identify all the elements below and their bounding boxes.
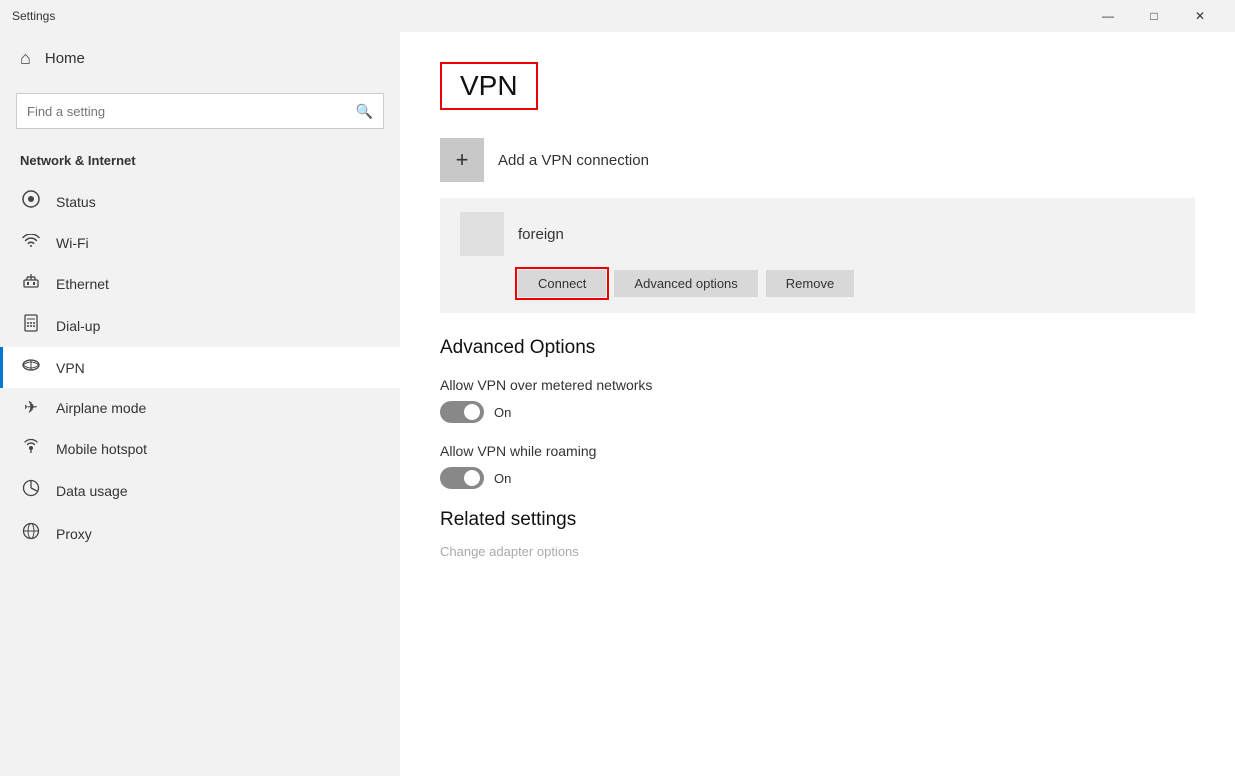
home-label: Home	[45, 50, 85, 67]
toggle-roaming-switch[interactable]	[440, 467, 484, 489]
sidebar-item-hotspot[interactable]: Mobile hotspot	[0, 428, 400, 469]
sidebar-item-vpn[interactable]: VPN	[0, 347, 400, 388]
toggle-metered-row: On	[440, 401, 1195, 423]
page-title-box: VPN	[440, 62, 538, 110]
page-title: VPN	[460, 70, 518, 102]
sidebar-item-status[interactable]: Status	[0, 180, 400, 223]
sidebar-status-label: Status	[56, 194, 96, 210]
home-icon: ⌂	[20, 48, 31, 69]
window-controls: — □ ✕	[1085, 0, 1223, 32]
dialup-icon	[20, 314, 42, 337]
sidebar-hotspot-label: Mobile hotspot	[56, 441, 147, 457]
sidebar-vpn-label: VPN	[56, 360, 85, 376]
hotspot-icon	[20, 438, 42, 459]
vpn-connection-top: foreign	[460, 212, 1175, 256]
sidebar-section-title: Network & Internet	[0, 145, 400, 180]
vpn-connection-card: foreign Connect Advanced options Remove	[440, 198, 1195, 313]
status-icon	[20, 190, 42, 213]
add-vpn-icon[interactable]: +	[440, 138, 484, 182]
vpn-connection-icon	[460, 212, 504, 256]
ethernet-icon	[20, 273, 42, 294]
toggle-metered-label: Allow VPN over metered networks	[440, 377, 1195, 393]
toggle-roaming-row: On	[440, 467, 1195, 489]
sidebar-ethernet-label: Ethernet	[56, 276, 109, 292]
remove-button[interactable]: Remove	[766, 270, 854, 297]
vpn-connection-name: foreign	[518, 226, 564, 243]
sidebar-dialup-label: Dial-up	[56, 318, 100, 334]
search-icon: 🔍	[356, 103, 373, 120]
change-adapter-link[interactable]: Change adapter options	[440, 544, 579, 559]
add-vpn-row[interactable]: + Add a VPN connection	[440, 138, 1195, 182]
datausage-icon	[20, 479, 42, 502]
sidebar-item-airplane[interactable]: ✈ Airplane mode	[0, 388, 400, 428]
sidebar-item-proxy[interactable]: Proxy	[0, 512, 400, 555]
vpn-icon	[20, 357, 42, 378]
app-title: Settings	[12, 9, 55, 23]
sidebar-item-home[interactable]: ⌂ Home	[0, 32, 400, 85]
sidebar-item-dialup[interactable]: Dial-up	[0, 304, 400, 347]
sidebar-datausage-label: Data usage	[56, 483, 128, 499]
vpn-buttons: Connect Advanced options Remove	[518, 270, 1175, 297]
sidebar-airplane-label: Airplane mode	[56, 400, 146, 416]
add-vpn-label: Add a VPN connection	[498, 152, 649, 169]
toggle-roaming: Allow VPN while roaming On	[440, 443, 1195, 489]
maximize-button[interactable]: □	[1131, 0, 1177, 32]
search-input[interactable]	[27, 104, 356, 119]
airplane-icon: ✈	[20, 398, 42, 418]
sidebar: ⌂ Home 🔍 Network & Internet Status	[0, 32, 400, 776]
related-settings-heading: Related settings	[440, 509, 1195, 531]
sidebar-proxy-label: Proxy	[56, 526, 92, 542]
main-content: VPN + Add a VPN connection foreign Conne…	[400, 32, 1235, 776]
advanced-options-heading: Advanced Options	[440, 337, 1195, 359]
minimize-button[interactable]: —	[1085, 0, 1131, 32]
toggle-metered-networks: Allow VPN over metered networks On	[440, 377, 1195, 423]
search-box[interactable]: 🔍	[16, 93, 384, 129]
wifi-icon	[20, 233, 42, 253]
title-bar: Settings — □ ✕	[0, 0, 1235, 32]
sidebar-item-ethernet[interactable]: Ethernet	[0, 263, 400, 304]
close-button[interactable]: ✕	[1177, 0, 1223, 32]
sidebar-item-wifi[interactable]: Wi-Fi	[0, 223, 400, 263]
toggle-roaming-state: On	[494, 471, 511, 486]
proxy-icon	[20, 522, 42, 545]
toggle-roaming-label: Allow VPN while roaming	[440, 443, 1195, 459]
toggle-metered-switch[interactable]	[440, 401, 484, 423]
connect-button[interactable]: Connect	[518, 270, 606, 297]
sidebar-wifi-label: Wi-Fi	[56, 235, 89, 251]
app-container: ⌂ Home 🔍 Network & Internet Status	[0, 32, 1235, 776]
toggle-metered-state: On	[494, 405, 511, 420]
advanced-options-button[interactable]: Advanced options	[614, 270, 757, 297]
sidebar-item-datausage[interactable]: Data usage	[0, 469, 400, 512]
